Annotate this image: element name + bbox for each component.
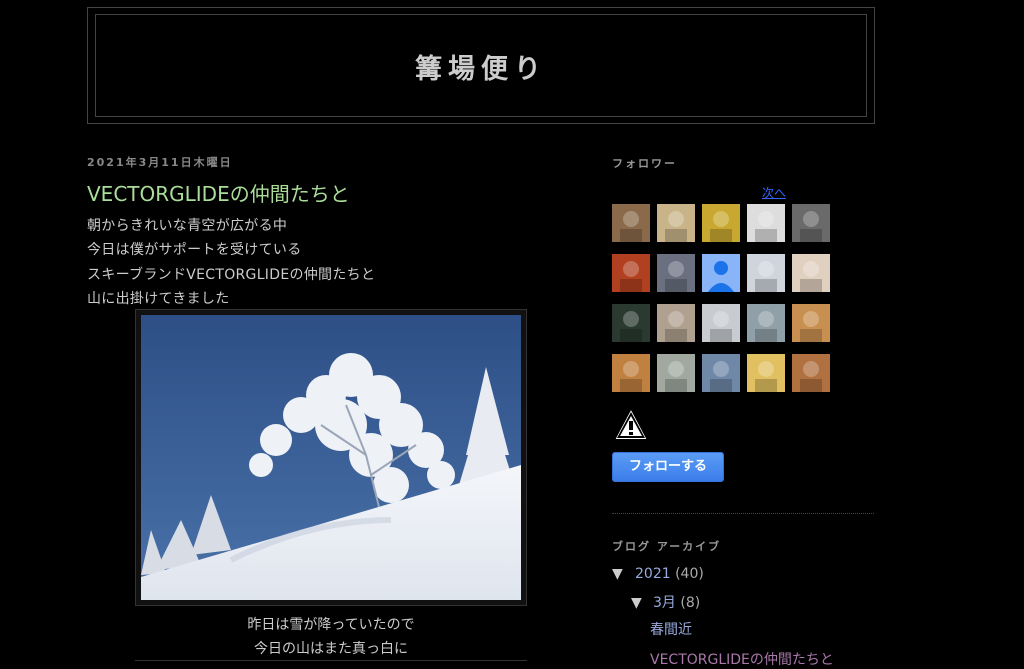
snow-person-photo-icon[interactable] (657, 354, 695, 392)
post-line: 朝からきれいな青空が広がる中 (87, 218, 288, 234)
warning-icon (612, 406, 650, 441)
caption-line: 昨日は雪が降っていたので (247, 617, 415, 633)
archive-post-link[interactable]: 春間近 (650, 619, 692, 639)
halo-photo-icon[interactable] (657, 204, 695, 242)
sidebar-divider (612, 513, 874, 514)
tree-photo-icon[interactable] (657, 254, 695, 292)
followers-heading: フォロワー (612, 157, 677, 170)
snowy-trees-photo (141, 315, 521, 600)
group-photo-icon[interactable] (657, 304, 695, 342)
person-photo-icon[interactable] (612, 204, 650, 242)
person-yellow-photo-icon[interactable] (702, 204, 740, 242)
archive-post-link[interactable]: VECTORGLIDEの仲間たちと (650, 649, 834, 669)
post-body-text: 朝からきれいな青空が広がる中 今日は僕がサポートを受けている スキーブランドVE… (87, 214, 375, 312)
dark-photo-icon[interactable] (612, 304, 650, 342)
dog-photo-icon[interactable] (747, 204, 785, 242)
post-line: 今日は僕がサポートを受けている (87, 242, 302, 259)
archive-month-row: ▼ 3月 (8) (631, 592, 700, 612)
post-line: 山に出掛けてきました (87, 291, 230, 308)
archive-month-count: (8) (680, 595, 701, 611)
archive-year-count: (40) (675, 566, 704, 582)
photo-caption: 昨日は雪が降っていたので 今日の山はまた真っ白に (135, 613, 527, 661)
default-avatar-icon[interactable] (702, 254, 740, 292)
snow-photo-icon[interactable] (747, 254, 785, 292)
post-photo[interactable] (135, 309, 527, 606)
collapse-toggle-icon[interactable]: ▼ (631, 595, 649, 611)
caption-line: 今日の山はまた真っ白に (254, 641, 408, 657)
face-photo-icon[interactable] (612, 354, 650, 392)
follow-button[interactable]: フォローする (612, 452, 724, 482)
landscape-photo-icon[interactable] (702, 354, 740, 392)
face-photo-icon[interactable] (792, 254, 830, 292)
archive-year-row: ▼ 2021 (40) (612, 566, 704, 582)
archive-heading: ブログ アーカイブ (612, 540, 722, 553)
person-photo-icon[interactable] (792, 354, 830, 392)
post-date: 2021年3月11日木曜日 (87, 156, 233, 169)
hat-photo-icon[interactable] (792, 304, 830, 342)
archive-year-link[interactable]: 2021 (635, 566, 671, 582)
collapse-toggle-icon[interactable]: ▼ (612, 566, 630, 582)
flag-photo-icon[interactable] (792, 204, 830, 242)
blog-title[interactable]: 篝場便り (96, 47, 866, 86)
blog-header-inner: 篝場便り (95, 14, 867, 117)
archive-month-link[interactable]: 3月 (653, 595, 676, 611)
post-title[interactable]: VECTORGLIDEの仲間たちと (87, 178, 350, 207)
red-photo-icon[interactable] (612, 254, 650, 292)
blog-header: 篝場便り (87, 7, 875, 124)
divider (135, 660, 527, 661)
post-line: スキーブランドVECTORGLIDEの仲間たちと (87, 266, 376, 283)
cartoon-photo-icon[interactable] (747, 354, 785, 392)
followers-next-link[interactable]: 次へ (762, 184, 786, 201)
snow-photo-icon[interactable] (702, 304, 740, 342)
tree-snow-photo-icon[interactable] (747, 304, 785, 342)
